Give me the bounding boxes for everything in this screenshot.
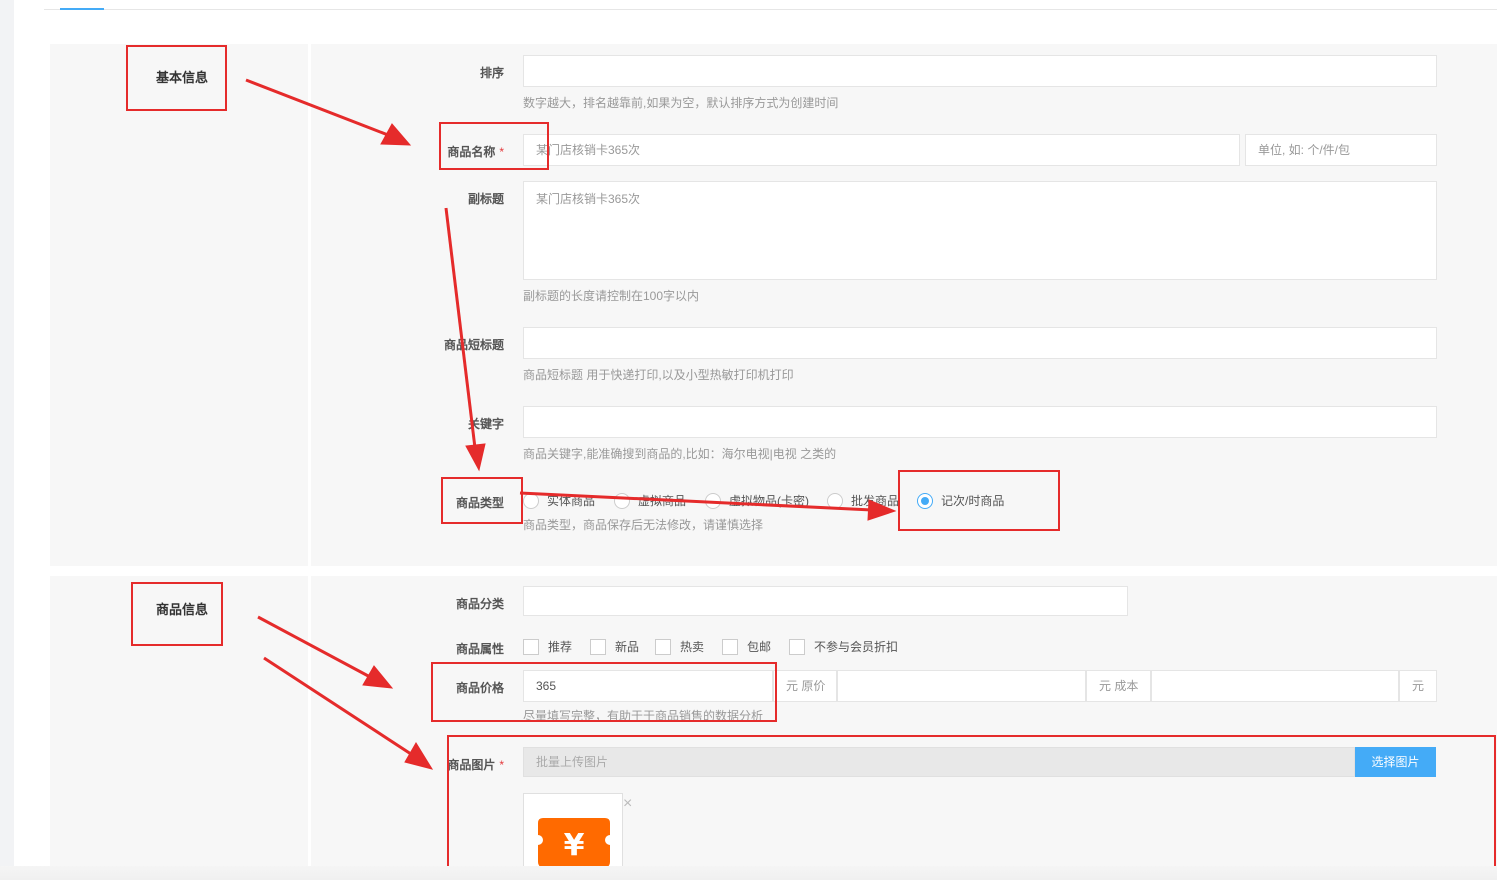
- sort-label: 排序: [479, 66, 504, 80]
- checkbox[interactable]: [655, 638, 671, 655]
- left-sidebar-edge: [0, 0, 14, 880]
- annotation-box-images: [447, 735, 1496, 878]
- yuan-addon: 元: [1399, 670, 1437, 702]
- sort-input[interactable]: [523, 55, 1437, 87]
- annotation-box-product-name: [439, 122, 549, 170]
- product-name-input[interactable]: 某门店核销卡365次: [523, 134, 1240, 166]
- tab-bar: [44, 0, 1497, 10]
- subtitle-help: 副标题的长度请控制在100字以内: [523, 289, 700, 303]
- unit-input[interactable]: 单位, 如: 个/件/包: [1245, 134, 1437, 166]
- attr-free-shipping[interactable]: 包邮: [722, 638, 771, 655]
- cost-addon: 元 成本: [1086, 670, 1151, 702]
- annotation-box-product-type: [441, 477, 523, 524]
- keywords-input[interactable]: [523, 406, 1437, 438]
- type-option-virtual[interactable]: 虚拟商品: [614, 492, 686, 509]
- sort-help: 数字越大，排名越靠前,如果为空，默认排序方式为创建时间: [523, 96, 839, 110]
- keywords-label: 关键字: [467, 417, 504, 431]
- radio-circle[interactable]: [705, 492, 721, 509]
- attr-no-member-discount[interactable]: 不参与会员折扣: [789, 638, 898, 655]
- annotation-box-basic-info: [126, 45, 227, 111]
- original-price-addon: 元 原价: [773, 670, 837, 702]
- type-option-physical[interactable]: 实体商品: [523, 492, 595, 509]
- attr-hot[interactable]: 热卖: [655, 638, 704, 655]
- annotation-box-price: [431, 662, 777, 722]
- basic-info-section: [50, 44, 1497, 566]
- attr-new[interactable]: 新品: [590, 638, 639, 655]
- checkbox[interactable]: [789, 638, 805, 655]
- category-label: 商品分类: [455, 597, 504, 611]
- annotation-box-count-time-option: [898, 470, 1060, 531]
- active-tab-indicator[interactable]: [60, 8, 104, 10]
- subtitle-textarea[interactable]: 某门店核销卡365次: [523, 181, 1437, 280]
- radio-circle[interactable]: [614, 492, 630, 509]
- type-help: 商品类型，商品保存后无法修改，请谨慎选择: [523, 518, 764, 532]
- annotation-box-goods-info: [131, 582, 223, 646]
- short-title-label: 商品短标题: [443, 338, 504, 352]
- type-option-wholesale[interactable]: 批发商品: [827, 492, 899, 509]
- product-edit-page: 基本信息 排序 数字越大，排名越靠前,如果为空，默认排序方式为创建时间 商品名称…: [0, 0, 1497, 880]
- checkbox[interactable]: [722, 638, 738, 655]
- type-option-card[interactable]: 虚拟物品(卡密): [705, 492, 809, 509]
- original-price-input[interactable]: [837, 670, 1086, 702]
- subtitle-label: 副标题: [467, 192, 504, 206]
- attr-recommend[interactable]: 推荐: [523, 638, 572, 655]
- radio-circle[interactable]: [827, 492, 843, 509]
- cost-input[interactable]: [1151, 670, 1399, 702]
- keywords-help: 商品关键字,能准确搜到商品的,比如：海尔电视|电视 之类的: [523, 447, 837, 461]
- short-title-input[interactable]: [523, 327, 1437, 359]
- category-select[interactable]: [523, 586, 1128, 616]
- bottom-scroll-edge: [0, 866, 1497, 880]
- checkbox[interactable]: [590, 638, 606, 655]
- checkbox[interactable]: [523, 638, 539, 655]
- short-title-help: 商品短标题 用于快递打印,以及小型热敏打印机打印: [523, 368, 794, 382]
- radio-circle[interactable]: [523, 492, 539, 509]
- attributes-label: 商品属性: [455, 642, 504, 656]
